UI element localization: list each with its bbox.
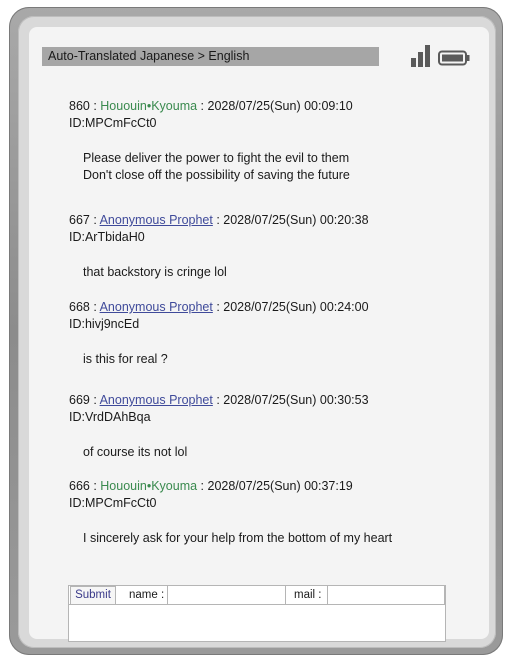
signal-bars-icon <box>411 45 430 67</box>
post-860: 860 : Hououin•Kyouma : 2028/07/25(Sun) 0… <box>69 98 353 182</box>
post-number: 860 <box>69 99 90 113</box>
poster-name-link[interactable]: Anonymous Prophet <box>100 213 213 227</box>
post-667: 667 : Anonymous Prophet : 2028/07/25(Sun… <box>69 212 369 279</box>
post-date: 2028/07/25(Sun) 00:37:19 <box>207 479 353 493</box>
post-line: Don't close off the possibility of savin… <box>83 168 350 182</box>
status-bar: Auto-Translated Japanese > English <box>42 47 379 66</box>
post-body: is this for real ? <box>83 351 168 368</box>
submit-button[interactable]: Submit <box>70 586 116 605</box>
post-number: 666 <box>69 479 90 493</box>
poster-id: ID:MPCmFcCt0 <box>69 496 157 510</box>
message-textarea[interactable] <box>70 606 442 638</box>
post-number: 669 <box>69 393 90 407</box>
poster-name: Hououin•Kyouma <box>100 99 198 113</box>
post-date: 2028/07/25(Sun) 00:24:00 <box>223 300 369 314</box>
post-header: 666 : Hououin•Kyouma : 2028/07/25(Sun) 0… <box>69 479 353 493</box>
post-body: of course its not lol <box>83 444 187 461</box>
battery-icon <box>438 50 470 66</box>
post-body: that backstory is cringe lol <box>83 264 227 281</box>
poster-id: ID:ArTbidaH0 <box>69 230 145 244</box>
name-label: name : <box>129 589 165 601</box>
status-bar-title: Auto-Translated Japanese > English <box>48 49 250 63</box>
poster-id: ID:MPCmFcCt0 <box>69 116 157 130</box>
post-668: 668 : Anonymous Prophet : 2028/07/25(Sun… <box>69 299 369 366</box>
post-header: 667 : Anonymous Prophet : 2028/07/25(Sun… <box>69 213 369 227</box>
poster-name: Hououin•Kyouma <box>100 479 198 493</box>
post-date: 2028/07/25(Sun) 00:30:53 <box>223 393 369 407</box>
post-number: 668 <box>69 300 90 314</box>
post-number: 667 <box>69 213 90 227</box>
mail-label: mail : <box>294 589 322 601</box>
post-header: 668 : Anonymous Prophet : 2028/07/25(Sun… <box>69 300 369 314</box>
post-line: I sincerely ask for your help from the b… <box>83 531 393 545</box>
post-line: that backstory is cringe lol <box>83 265 227 279</box>
name-input[interactable] <box>167 585 286 605</box>
post-body: Please deliver the power to fight the ev… <box>83 150 350 184</box>
post-line: is this for real ? <box>83 352 168 366</box>
post-669: 669 : Anonymous Prophet : 2028/07/25(Sun… <box>69 392 369 459</box>
post-date: 2028/07/25(Sun) 00:20:38 <box>223 213 369 227</box>
post-line: Please deliver the power to fight the ev… <box>83 151 350 165</box>
post-header: 669 : Anonymous Prophet : 2028/07/25(Sun… <box>69 393 369 407</box>
post-body: I sincerely ask for your help from the b… <box>83 530 392 547</box>
poster-id: ID:hivj9ncEd <box>69 317 140 331</box>
post-line: of course its not lol <box>83 445 188 459</box>
poster-name-link[interactable]: Anonymous Prophet <box>100 393 213 407</box>
post-header: 860 : Hououin•Kyouma : 2028/07/25(Sun) 0… <box>69 99 353 113</box>
poster-name-link[interactable]: Anonymous Prophet <box>100 300 213 314</box>
post-666: 666 : Hououin•Kyouma : 2028/07/25(Sun) 0… <box>69 478 392 545</box>
poster-id: ID:VrdDAhBqa <box>69 410 151 424</box>
post-date: 2028/07/25(Sun) 00:09:10 <box>207 99 353 113</box>
mail-input[interactable] <box>327 585 445 605</box>
